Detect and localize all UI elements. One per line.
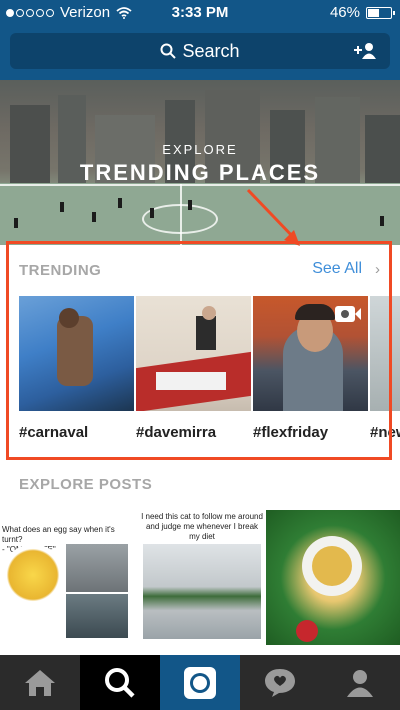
- status-right: 46%: [329, 4, 395, 21]
- battery-icon: [366, 6, 395, 19]
- battery-percent: 46%: [329, 4, 360, 21]
- banner-eyebrow: EXPLORE: [162, 142, 238, 157]
- explore-post[interactable]: What does an egg say when it's turnt? - …: [0, 510, 130, 645]
- trending-places-banner[interactable]: EXPLORE TRENDING PLACES: [0, 80, 400, 245]
- tab-camera[interactable]: [160, 655, 240, 710]
- explore-post[interactable]: I need this cat to follow me around and …: [137, 510, 267, 645]
- search-icon: [160, 43, 177, 59]
- explore-post[interactable]: [266, 510, 400, 645]
- search-field[interactable]: Search: [10, 41, 390, 62]
- top-bar: Verizon 3:33 PM 46% Search: [0, 0, 400, 80]
- search-icon: [105, 667, 135, 698]
- post-caption: What does an egg say when it's turnt?: [2, 525, 115, 544]
- tab-explore[interactable]: [80, 655, 160, 710]
- home-icon: [25, 669, 55, 696]
- camera-icon: [184, 666, 216, 699]
- tab-home[interactable]: [0, 655, 80, 710]
- search-bar[interactable]: Search: [10, 33, 390, 69]
- profile-icon: [347, 669, 373, 697]
- banner-title: TRENDING PLACES: [79, 160, 321, 185]
- activity-icon: [265, 668, 295, 697]
- search-label: Search: [182, 41, 240, 61]
- explore-posts-title: EXPLORE POSTS: [19, 476, 153, 493]
- trending-highlight-box: [6, 241, 392, 460]
- tab-profile[interactable]: [320, 655, 400, 710]
- tab-activity[interactable]: [240, 655, 320, 710]
- tab-bar: [0, 655, 400, 710]
- post-caption: I need this cat to follow me around and …: [141, 512, 263, 541]
- explore-posts-grid: What does an egg say when it's turnt? - …: [0, 510, 400, 655]
- add-person-icon[interactable]: [352, 42, 378, 60]
- status-bar: Verizon 3:33 PM 46%: [0, 0, 400, 26]
